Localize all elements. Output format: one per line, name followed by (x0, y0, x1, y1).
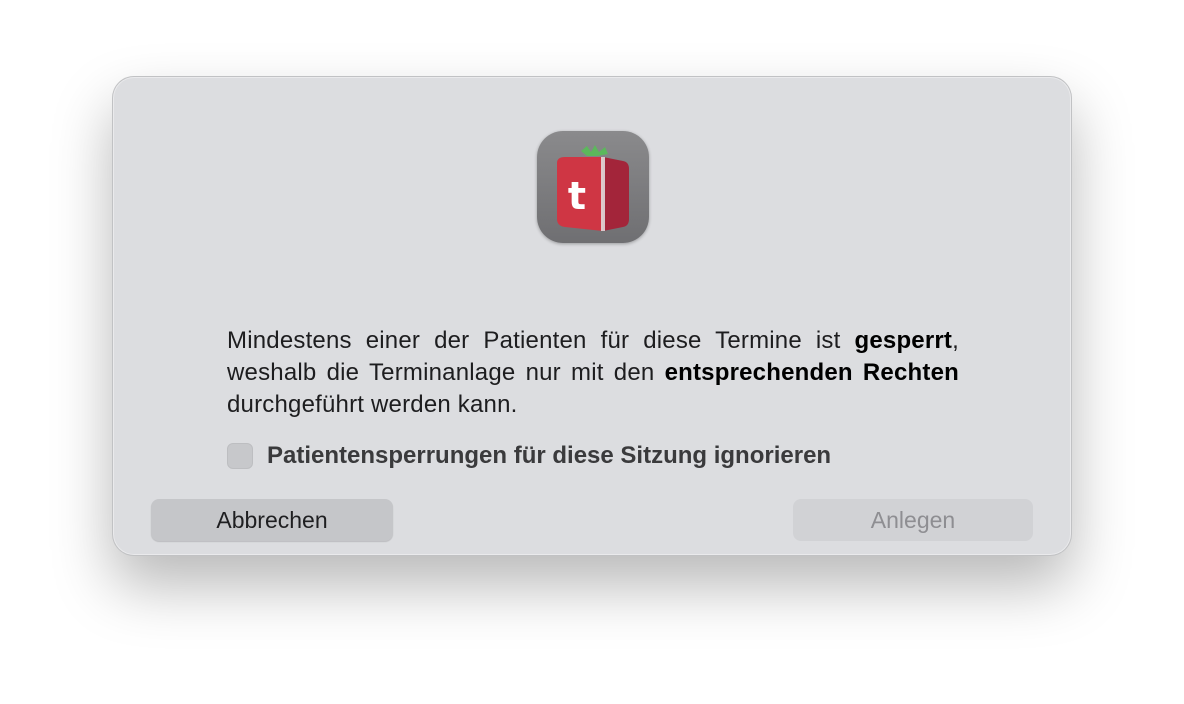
ignore-locks-checkbox[interactable] (227, 443, 253, 469)
screen: t Mindestens einer der Patienten für die… (0, 0, 1184, 704)
message-text-1: Mindestens einer der Patienten für diese… (227, 327, 855, 354)
tomato-t-icon: t (557, 145, 629, 231)
alert-dialog: t Mindestens einer der Patienten für die… (112, 76, 1072, 556)
icon-letter: t (568, 174, 586, 218)
message-bold-locked: gesperrt (854, 327, 953, 354)
ignore-locks-option[interactable]: Patientensperrungen für diese Sitzung ig… (227, 441, 831, 471)
app-icon: t (537, 131, 649, 243)
alert-message: Mindestens einer der Patienten für diese… (227, 325, 959, 421)
create-button[interactable]: Anlegen (793, 499, 1033, 541)
message-text-3: durchgeführt werden kann. (227, 391, 518, 418)
cancel-button[interactable]: Abbrechen (151, 499, 393, 541)
ignore-locks-label[interactable]: Patientensperrungen für diese Sitzung ig… (267, 442, 831, 470)
message-bold-rights: entsprechenden Rechten (664, 359, 959, 386)
